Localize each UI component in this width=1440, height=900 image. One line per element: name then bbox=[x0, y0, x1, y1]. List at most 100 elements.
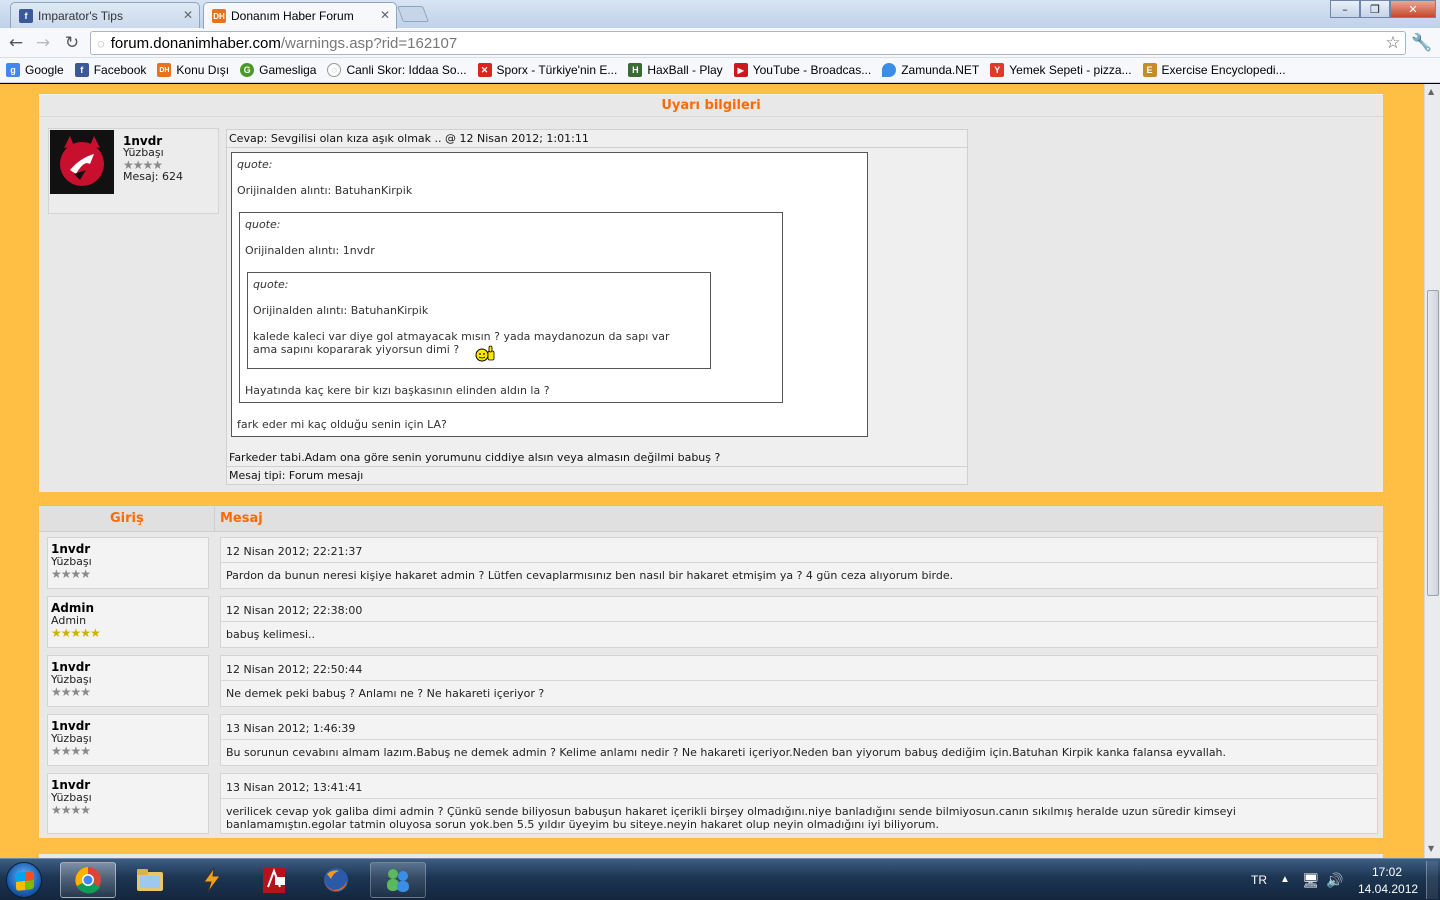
thumbs-up-smiley-icon bbox=[474, 345, 495, 362]
forward-button[interactable]: → bbox=[32, 32, 54, 54]
message-body: Farkeder tabi.Adam ona göre senin yorumu… bbox=[229, 451, 721, 464]
quote-text: ama sapını kopararak yiyorsun dimi ? bbox=[253, 343, 460, 356]
scroll-up-icon[interactable]: ▲ bbox=[1428, 87, 1434, 96]
bookmark-facebook[interactable]: f Facebook bbox=[74, 63, 147, 77]
close-window-button[interactable]: ✕ bbox=[1390, 0, 1436, 18]
google-icon: g bbox=[6, 63, 20, 77]
bookmark-konu-disi[interactable]: DH Konu Dışı bbox=[157, 63, 229, 77]
history-message-cell: 12 Nisan 2012; 22:21:37 Pardon da bunun … bbox=[220, 537, 1378, 589]
message-date: 13 Nisan 2012; 13:41:41 bbox=[226, 781, 363, 794]
facebook-icon: f bbox=[19, 8, 33, 23]
history-user-cell: 1nvdr Yüzbaşı ★★★★ bbox=[47, 537, 209, 589]
chrome-icon bbox=[75, 867, 101, 894]
tab-donanim-haber[interactable]: DH Donanım Haber Forum ✕ bbox=[203, 2, 397, 29]
taskbar-chrome[interactable] bbox=[60, 862, 116, 898]
username[interactable]: 1nvdr bbox=[51, 660, 208, 674]
history-user-cell: Admin Admin ★★★★★ bbox=[47, 596, 209, 648]
rank-stars: ★★★★ bbox=[51, 803, 91, 817]
show-desktop-button[interactable] bbox=[1426, 861, 1438, 899]
bookmark-google[interactable]: g Google bbox=[6, 63, 64, 77]
volume-icon[interactable]: 🔊 bbox=[1326, 872, 1343, 900]
messenger-icon bbox=[387, 869, 409, 892]
bookmarks-bar: g Google f Facebook DH Konu Dışı G Gamesliga… bbox=[0, 58, 1440, 83]
new-tab-button[interactable] bbox=[397, 6, 429, 22]
message-text: Pardon da bunun neresi kişiye hakaret ad… bbox=[226, 569, 954, 582]
post-count: Mesaj: 624 bbox=[123, 170, 183, 183]
back-button[interactable]: ← bbox=[5, 32, 27, 54]
message-type: Mesaj tipi: Forum mesajı bbox=[229, 469, 364, 482]
history-message-cell: 12 Nisan 2012; 22:38:00 babuş kelimesi.. bbox=[220, 596, 1378, 648]
bookmark-haxball[interactable]: H HaxBall - Play bbox=[628, 63, 723, 77]
rank-stars: ★★★★ bbox=[51, 685, 91, 699]
quote-author: Orijinalden alıntı: 1nvdr bbox=[245, 244, 375, 257]
tab-title: Imparator's Tips bbox=[38, 8, 123, 23]
message-text: babuş kelimesi.. bbox=[226, 628, 316, 641]
scroll-down-icon[interactable]: ▼ bbox=[1428, 844, 1434, 853]
bookmark-gamesliga[interactable]: G Gamesliga bbox=[240, 63, 316, 77]
taskbar-acrobat[interactable] bbox=[246, 862, 302, 898]
username[interactable]: 1nvdr bbox=[51, 542, 208, 556]
bookmark-label: Facebook bbox=[93, 63, 147, 77]
taskbar-firefox[interactable] bbox=[308, 862, 364, 898]
window-controls: – ❐ ✕ bbox=[1330, 0, 1436, 18]
bookmark-zamunda[interactable]: Zamunda.NET bbox=[882, 63, 979, 77]
message-date: 13 Nisan 2012; 1:46:39 bbox=[226, 722, 356, 735]
username[interactable]: 1nvdr bbox=[51, 719, 208, 733]
bookmark-label: YouTube - Broadcas... bbox=[752, 63, 872, 77]
close-icon[interactable]: ✕ bbox=[183, 8, 193, 22]
wrench-icon[interactable]: 🔧 bbox=[1411, 32, 1433, 54]
scrollbar-thumb[interactable] bbox=[1427, 290, 1439, 596]
username[interactable]: 1nvdr bbox=[51, 778, 208, 792]
taskbar-winamp[interactable] bbox=[184, 862, 240, 898]
page-scrollbar[interactable]: ▲ ▼ bbox=[1424, 84, 1440, 858]
language-indicator[interactable]: TR bbox=[1251, 873, 1267, 900]
bookmark-label: Canli Skor: Iddaa So... bbox=[346, 63, 467, 77]
warning-user-card: 1nvdr Yüzbaşı ★★★★ Mesaj: 624 bbox=[48, 128, 219, 214]
bookmark-exercise[interactable]: E Exercise Encyclopedi... bbox=[1142, 63, 1286, 77]
tray-expand-icon[interactable]: ▲ bbox=[1280, 874, 1290, 900]
reload-button[interactable]: ↻ bbox=[61, 32, 83, 54]
avatar[interactable] bbox=[50, 130, 114, 194]
start-button[interactable] bbox=[6, 862, 42, 898]
quote-label: quote: bbox=[237, 158, 273, 171]
bookmark-sporx[interactable]: ✕ Sporx - Türkiye'nin E... bbox=[477, 63, 617, 77]
rank-stars: ★★★★★ bbox=[51, 626, 101, 640]
message-date: 12 Nisan 2012; 22:50:44 bbox=[226, 663, 363, 676]
message-text: Bu sorunun cevabını almam lazım.Babuş ne… bbox=[226, 746, 1227, 759]
quote-label: quote: bbox=[253, 278, 289, 291]
history-message-cell: 13 Nisan 2012; 1:46:39 Bu sorunun cevabı… bbox=[220, 714, 1378, 766]
quote-level-3: quote: Orijinalden alıntı: BatuhanKirpik… bbox=[247, 272, 711, 369]
history-user-cell: 1nvdr Yüzbaşı ★★★★ bbox=[47, 773, 209, 834]
maximize-button[interactable]: ❐ bbox=[1360, 0, 1390, 18]
history-user-cell: 1nvdr Yüzbaşı ★★★★ bbox=[47, 714, 209, 766]
bookmark-youtube[interactable]: ▶ YouTube - Broadcas... bbox=[733, 63, 872, 77]
bookmark-label: Gamesliga bbox=[259, 63, 317, 77]
browser-titlebar: f Imparator's Tips ✕ DH Donanım Haber Fo… bbox=[0, 0, 1440, 29]
column-header-login: Giriş bbox=[110, 511, 144, 526]
warning-history-panel: Giriş Mesaj 1nvdr Yüzbaşı ★★★★ 12 Nisan … bbox=[39, 506, 1383, 838]
username[interactable]: Admin bbox=[51, 601, 208, 615]
history-user-cell: 1nvdr Yüzbaşı ★★★★ bbox=[47, 655, 209, 707]
bookmark-star-icon[interactable]: ☆ bbox=[1382, 32, 1404, 54]
minimize-button[interactable]: – bbox=[1330, 0, 1360, 18]
taskbar-explorer[interactable] bbox=[122, 862, 178, 898]
bookmark-yemek-sepeti[interactable]: Y Yemek Sepeti - pizza... bbox=[990, 63, 1132, 77]
bookmark-label: Google bbox=[25, 63, 64, 77]
bookmark-canli-skor[interactable]: ◌ Canli Skor: Iddaa So... bbox=[327, 63, 467, 77]
url-host: forum.donanimhaber.com bbox=[110, 34, 281, 52]
address-bar[interactable]: ◌ forum.donanimhaber.com/warnings.asp?ri… bbox=[90, 31, 1406, 55]
tab-imparators-tips[interactable]: f Imparator's Tips ✕ bbox=[10, 2, 200, 28]
quote-author: Orijinalden alıntı: BatuhanKirpik bbox=[237, 184, 413, 197]
history-message-cell: 12 Nisan 2012; 22:50:44 Ne demek peki ba… bbox=[220, 655, 1378, 707]
quote-text: Hayatında kaç kere bir kızı başkasının e… bbox=[245, 384, 550, 397]
drop-icon bbox=[882, 63, 897, 77]
close-icon[interactable]: ✕ bbox=[380, 8, 390, 22]
network-icon[interactable]: 🖥 bbox=[1302, 872, 1320, 900]
browser-toolbar: ← → ↻ ◌ forum.donanimhaber.com/warnings.… bbox=[0, 28, 1440, 58]
taskbar-messenger[interactable] bbox=[370, 862, 426, 898]
quote-text: fark eder mi kaç olduğu senin için LA? bbox=[237, 418, 447, 431]
warned-message: Cevap: Sevgilisi olan kıza aşık olmak ..… bbox=[226, 129, 968, 485]
quote-author: Orijinalden alıntı: BatuhanKirpik bbox=[253, 304, 429, 317]
clock-date[interactable]: 14.04.2012 bbox=[1358, 882, 1418, 900]
spinner-icon: ◌ bbox=[327, 63, 342, 77]
